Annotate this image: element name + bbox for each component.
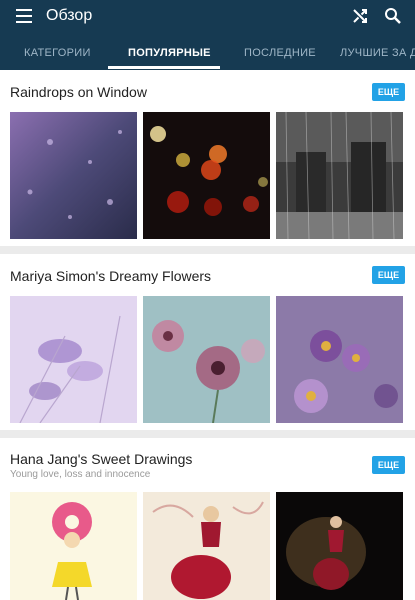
collection-card-drawings[interactable]: Hana Jang's Sweet Drawings Young love, l… xyxy=(0,438,415,600)
collection-title: Raindrops on Window xyxy=(10,84,147,100)
tab-categories[interactable]: КАТЕГОРИИ xyxy=(24,36,91,70)
wallpaper-thumbnail[interactable] xyxy=(143,296,270,423)
wallpaper-thumbnail[interactable] xyxy=(10,492,137,600)
wallpaper-thumbnail[interactable] xyxy=(276,296,403,423)
wallpaper-thumbnail[interactable] xyxy=(10,112,137,239)
wallpaper-thumbnail[interactable] xyxy=(276,112,403,239)
app-bar: Обзор КАТЕГОРИИ ПОПУЛЯРНЫЕ ПОСЛЕДНИЕ ЛУЧ… xyxy=(0,0,415,70)
collection-title: Hana Jang's Sweet Drawings xyxy=(10,451,193,467)
collection-subtitle: Young love, loss and innocence xyxy=(10,469,151,480)
tab-bar: КАТЕГОРИИ ПОПУЛЯРНЫЕ ПОСЛЕДНИЕ ЛУЧШИЕ ЗА… xyxy=(0,36,415,70)
wallpaper-thumbnail[interactable] xyxy=(143,492,270,600)
tab-best-of-day[interactable]: ЛУЧШИЕ ЗА ДЕНЬ xyxy=(340,36,415,70)
more-button[interactable]: ЕЩЕ xyxy=(372,266,405,284)
tab-popular[interactable]: ПОПУЛЯРНЫЕ xyxy=(128,36,211,70)
more-button[interactable]: ЕЩЕ xyxy=(372,83,405,101)
page-title: Обзор xyxy=(46,7,93,24)
collection-card-raindrops[interactable]: Raindrops on Window ЕЩЕ xyxy=(0,70,415,246)
wallpaper-thumbnail[interactable] xyxy=(276,492,403,600)
collection-title: Mariya Simon's Dreamy Flowers xyxy=(10,268,212,284)
collection-card-flowers[interactable]: Mariya Simon's Dreamy Flowers ЕЩЕ xyxy=(0,254,415,430)
search-icon[interactable] xyxy=(383,6,403,26)
toolbar: Обзор xyxy=(0,0,415,34)
tab-recent[interactable]: ПОСЛЕДНИЕ xyxy=(244,36,316,70)
tab-indicator xyxy=(108,66,220,69)
more-button[interactable]: ЕЩЕ xyxy=(372,456,405,474)
wallpaper-thumbnail[interactable] xyxy=(10,296,137,423)
wallpaper-thumbnail[interactable] xyxy=(143,112,270,239)
shuffle-icon[interactable] xyxy=(350,6,370,26)
menu-icon[interactable] xyxy=(16,9,32,23)
